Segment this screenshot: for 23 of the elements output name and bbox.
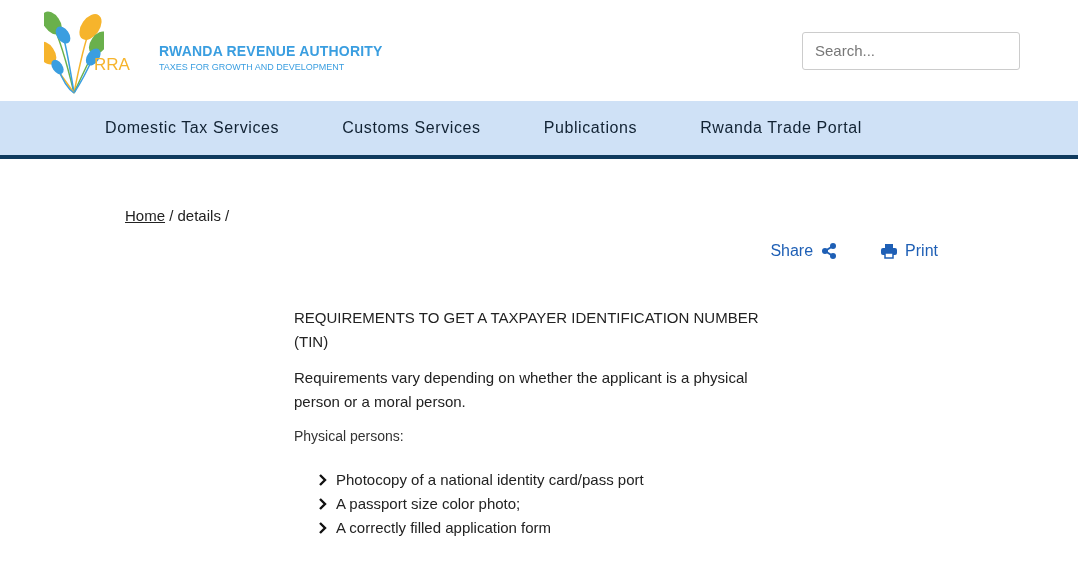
section-heading: Physical persons: (294, 428, 405, 444)
tagline: TAXES FOR GROWTH AND DEVELOPMENT (159, 62, 346, 72)
list-item: A correctly filled application form (336, 518, 552, 538)
search-field[interactable]: Search... (802, 31, 1020, 70)
logo-text: RRA (94, 54, 130, 75)
nav-link[interactable]: Customs Services (342, 119, 481, 137)
organization-name: RWANDA REVENUE AUTHORITY (159, 43, 383, 59)
list-item: Photocopy of a national identity card/pass port (336, 470, 644, 490)
nav-link[interactable]: Publications (543, 119, 638, 137)
printer-icon (881, 243, 898, 259)
print-button[interactable]: Print (881, 242, 938, 260)
chevron-icon (318, 498, 328, 510)
intro-paragraph: Requirements vary depending on whether the applicant is a physical person or a moral person. (294, 368, 749, 412)
list-item: A passport size color photo; (336, 494, 521, 514)
share-icon (821, 243, 838, 259)
nav-link[interactable]: Domestic Tax Services (105, 119, 280, 137)
breadcrumb-text: / details / (169, 207, 230, 224)
article-title: REQUIREMENTS TO GET A TAXPAYER IDENTIFICATION NUMBER (TIN) (294, 308, 760, 352)
breadcrumb-link[interactable]: Home (125, 207, 165, 224)
chevron-icon (318, 474, 328, 486)
share-button[interactable]: Share (770, 242, 838, 260)
nav-link[interactable]: Rwanda Trade Portal (700, 119, 862, 137)
chevron-icon (318, 522, 328, 534)
